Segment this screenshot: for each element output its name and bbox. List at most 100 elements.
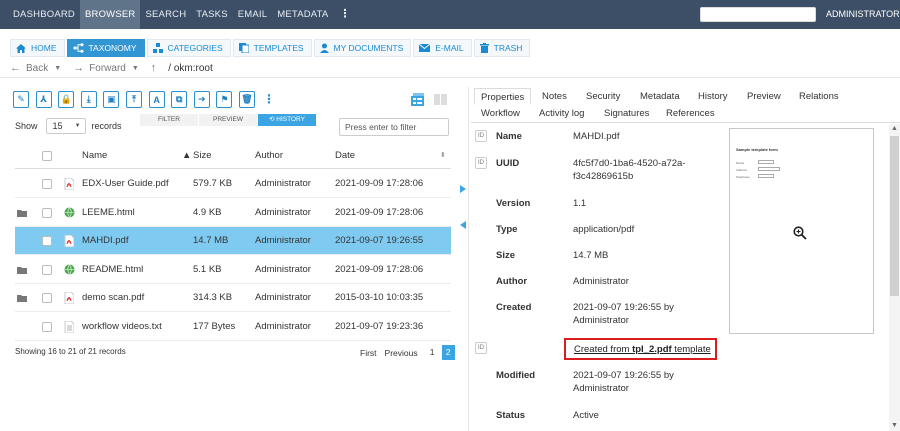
subtab-preview[interactable]: PREVIEW bbox=[199, 114, 257, 126]
delete-button[interactable]: 🗑 bbox=[239, 91, 255, 108]
copy-name-button[interactable]: ID bbox=[475, 130, 487, 142]
table-row[interactable]: LEEME.html 4.9 KB Administrator 2021-09-09 … bbox=[15, 199, 451, 227]
row-date: 2021-09-09 17:28:06 bbox=[335, 178, 424, 189]
back-button[interactable]: ← Back ▼ bbox=[10, 62, 61, 74]
tab-taxonomy[interactable]: TAXONOMY bbox=[66, 39, 145, 57]
row-name[interactable]: MAHDI.pdf bbox=[82, 227, 128, 255]
subtab-filter[interactable]: FILTER bbox=[140, 114, 198, 126]
column-date-header[interactable]: Date bbox=[335, 143, 355, 169]
download-button[interactable]: ⤓ bbox=[80, 91, 97, 108]
filter-input[interactable]: Press enter to filter bbox=[339, 118, 449, 136]
table-row[interactable]: MAHDI.pdf 14.7 MB Administrator 2021-09-07 … bbox=[15, 227, 451, 255]
row-checkbox[interactable] bbox=[42, 179, 52, 189]
up-button[interactable]: ↑ bbox=[151, 62, 157, 74]
template-link[interactable]: Created from tpl_2.pdf template bbox=[574, 344, 711, 355]
lock-button[interactable]: 🔒 bbox=[58, 91, 75, 108]
split-button[interactable]: ⅄ bbox=[35, 91, 52, 108]
panel-splitter[interactable] bbox=[459, 185, 467, 231]
tab-signatures[interactable]: Signatures bbox=[598, 105, 655, 122]
select-all-checkbox[interactable] bbox=[42, 151, 52, 161]
tab-home[interactable]: HOME bbox=[10, 39, 65, 57]
tab-trash[interactable]: TRASH bbox=[473, 39, 531, 57]
type-label: Type bbox=[496, 224, 518, 235]
tab-email[interactable]: E-MAIL bbox=[413, 39, 472, 57]
expand-right-icon[interactable] bbox=[460, 185, 466, 193]
tab-history[interactable]: History bbox=[692, 88, 734, 105]
scrollbar-thumb[interactable] bbox=[890, 136, 899, 296]
row-checkbox[interactable] bbox=[42, 321, 52, 332]
pager-first[interactable]: First bbox=[360, 348, 377, 358]
sort-both-icon[interactable]: ⬍ bbox=[440, 143, 446, 169]
page-size-select[interactable]: 15 ▼ bbox=[45, 118, 86, 134]
row-checkbox[interactable] bbox=[42, 207, 52, 218]
tab-label: TEMPLATES bbox=[253, 43, 304, 53]
dashboard-view-icon[interactable] bbox=[411, 93, 424, 106]
pager-previous[interactable]: Previous bbox=[385, 348, 418, 358]
column-author-header[interactable]: Author bbox=[255, 143, 283, 169]
pager-page-1[interactable]: 1 bbox=[426, 345, 439, 360]
scroll-up-icon[interactable]: ▲ bbox=[891, 125, 898, 132]
row-checkbox[interactable] bbox=[42, 264, 52, 275]
tab-workflow[interactable]: Workflow bbox=[475, 105, 526, 122]
tab-templates[interactable]: TEMPLATES bbox=[232, 39, 312, 57]
row-date: 2021-09-09 17:28:06 bbox=[335, 206, 424, 218]
tab-properties[interactable]: Properties bbox=[474, 88, 532, 105]
copy-uuid-button[interactable]: ID bbox=[475, 157, 487, 169]
document-preview-thumbnail[interactable]: Sample template form Name Address Teleph… bbox=[729, 128, 874, 334]
row-checkbox[interactable] bbox=[42, 293, 52, 303]
delete-icon: 🗑 bbox=[241, 94, 253, 104]
edit-button[interactable]: ✎ bbox=[13, 91, 29, 108]
upload-button[interactable]: ⤒ bbox=[126, 91, 142, 108]
row-name[interactable]: EDX-User Guide.pdf bbox=[82, 170, 169, 198]
table-row[interactable]: demo scan.pdf 314.3 KB Administrator 2015-0… bbox=[15, 284, 451, 312]
nav-tasks[interactable]: TASKS bbox=[191, 0, 232, 29]
scroll-down-icon[interactable]: ▼ bbox=[891, 422, 898, 429]
tab-metadata[interactable]: Metadata bbox=[634, 88, 686, 105]
column-size-header[interactable]: Size bbox=[193, 143, 211, 169]
nav-metadata[interactable]: METADATA bbox=[272, 0, 333, 29]
user-menu[interactable]: ADMINISTRATOR ▾ bbox=[826, 0, 900, 58]
toolbar-more-button[interactable]: ⋮ bbox=[263, 92, 275, 106]
template-info-button[interactable]: ID bbox=[475, 342, 487, 354]
bookmark-button[interactable]: ⚑ bbox=[216, 91, 233, 108]
edit-icon: ✎ bbox=[17, 94, 25, 104]
tab-categories[interactable]: CATEGORIES bbox=[146, 39, 231, 57]
properties-scrollbar[interactable]: ▲ ▼ bbox=[889, 124, 900, 431]
forward-button[interactable]: → Forward ▼ bbox=[73, 62, 139, 74]
text-button[interactable]: A bbox=[148, 91, 165, 108]
nav-search[interactable]: SEARCH bbox=[140, 0, 191, 29]
sort-asc-icon[interactable]: ▲ bbox=[182, 143, 191, 169]
row-name[interactable]: README.html bbox=[82, 256, 143, 284]
nav-dashboard[interactable]: DASHBOARD bbox=[8, 0, 80, 29]
tab-references[interactable]: References bbox=[660, 105, 721, 122]
column-name-header[interactable]: Name bbox=[82, 143, 107, 169]
tab-activity-log[interactable]: Activity log bbox=[533, 105, 590, 122]
image-button[interactable]: ▣ bbox=[103, 91, 120, 108]
row-name[interactable]: LEEME.html bbox=[82, 199, 135, 227]
table-row[interactable]: README.html 5.1 KB Administrator 2021-09-09… bbox=[15, 256, 451, 284]
tab-relations[interactable]: Relations bbox=[793, 88, 845, 105]
expand-left-icon[interactable] bbox=[460, 221, 466, 229]
row-checkbox[interactable] bbox=[42, 236, 52, 246]
copy-button[interactable]: ⧉ bbox=[171, 91, 188, 108]
move-button[interactable]: ➜ bbox=[193, 91, 210, 108]
row-name[interactable]: workflow videos.txt bbox=[82, 313, 162, 341]
subtab-history[interactable]: ⟲ HISTORY bbox=[258, 114, 316, 126]
row-date: 2015-03-10 10:03:35 bbox=[335, 292, 424, 303]
table-row[interactable]: workflow videos.txt 177 Bytes Administrato… bbox=[15, 313, 451, 341]
tab-security[interactable]: Security bbox=[580, 88, 626, 105]
history-icon: ⟲ bbox=[269, 116, 275, 123]
tab-preview[interactable]: Preview bbox=[741, 88, 787, 105]
split-view-icon[interactable] bbox=[434, 93, 447, 106]
global-search-input[interactable] bbox=[700, 7, 816, 22]
path-breadcrumb[interactable]: / okm:root bbox=[168, 63, 212, 74]
nav-browser[interactable]: BROWSER bbox=[79, 0, 141, 29]
nav-email[interactable]: EMAIL bbox=[233, 0, 273, 29]
row-name[interactable]: demo scan.pdf bbox=[82, 284, 144, 312]
pager-page-2[interactable]: 2 bbox=[441, 345, 455, 360]
nav-more-menu[interactable]: ⋮ bbox=[333, 0, 356, 29]
zoom-in-icon[interactable] bbox=[793, 226, 807, 240]
table-row[interactable]: EDX-User Guide.pdf 579.7 KB Administrator 2… bbox=[15, 170, 451, 198]
tab-notes[interactable]: Notes bbox=[536, 88, 573, 105]
tab-my-documents[interactable]: MY DOCUMENTS bbox=[313, 39, 412, 57]
